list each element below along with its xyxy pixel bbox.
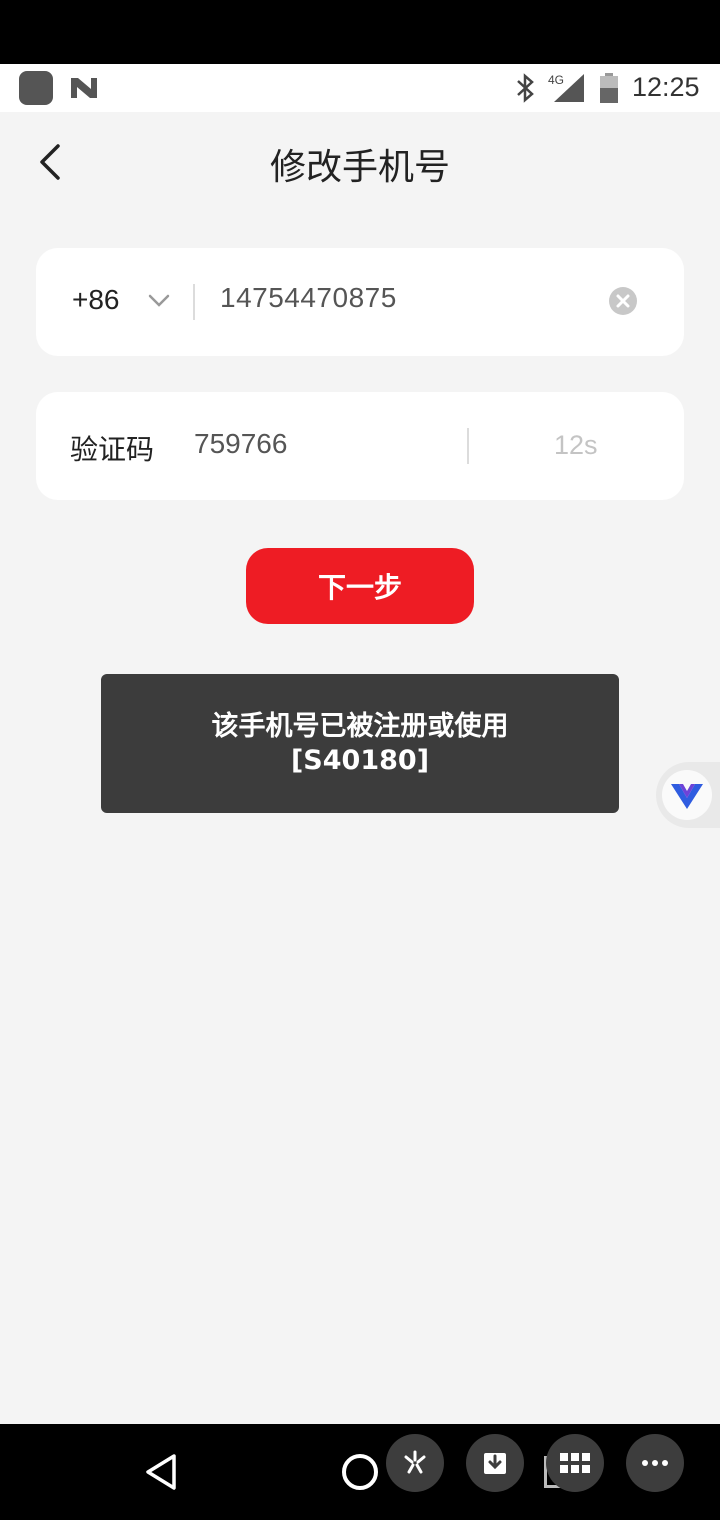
divider <box>467 428 469 464</box>
country-code-selector[interactable]: +86 <box>72 284 120 316</box>
nav-back-icon[interactable] <box>140 1450 184 1494</box>
phone-number-input[interactable]: 14754470875 <box>220 282 397 314</box>
error-toast: 该手机号已被注册或使用 [S40180] <box>101 674 619 813</box>
verification-code-input[interactable]: 759766 <box>194 428 287 460</box>
status-time: 12:25 <box>632 72 700 102</box>
signal-icon: 4G <box>548 73 584 102</box>
verification-code-label: 验证码 <box>70 433 155 466</box>
download-tool-icon[interactable] <box>466 1434 524 1492</box>
floating-assistant-button[interactable] <box>656 762 720 828</box>
n-notification-icon <box>71 78 97 98</box>
more-tool-icon[interactable] <box>626 1434 684 1492</box>
page-title: 修改手机号 <box>269 147 450 188</box>
header: 修改手机号 <box>0 112 720 212</box>
phone-card: +86 14754470875 <box>36 248 684 356</box>
grid-tool-icon[interactable] <box>546 1434 604 1492</box>
toast-error-code: [S40180] <box>290 745 430 776</box>
status-bar: 4G 12:25 <box>0 64 720 112</box>
sparkle-tool-icon[interactable] <box>386 1434 444 1492</box>
nav-home-icon[interactable] <box>342 1454 378 1490</box>
app-notification-icon <box>19 71 53 105</box>
verification-card: 验证码 759766 12s <box>36 392 684 500</box>
v-logo-icon <box>662 770 712 820</box>
bluetooth-icon <box>517 73 534 103</box>
toast-message: 该手机号已被注册或使用 <box>211 711 509 742</box>
navigation-bar <box>0 1424 720 1520</box>
chevron-down-icon[interactable] <box>146 288 172 314</box>
top-black-bar <box>0 0 720 64</box>
next-step-button[interactable]: 下一步 <box>246 548 474 624</box>
svg-text:4G: 4G <box>548 73 564 87</box>
resend-countdown[interactable]: 12s <box>554 430 598 461</box>
battery-icon <box>600 73 618 103</box>
clear-circle-icon[interactable] <box>609 287 637 315</box>
divider <box>193 284 195 320</box>
